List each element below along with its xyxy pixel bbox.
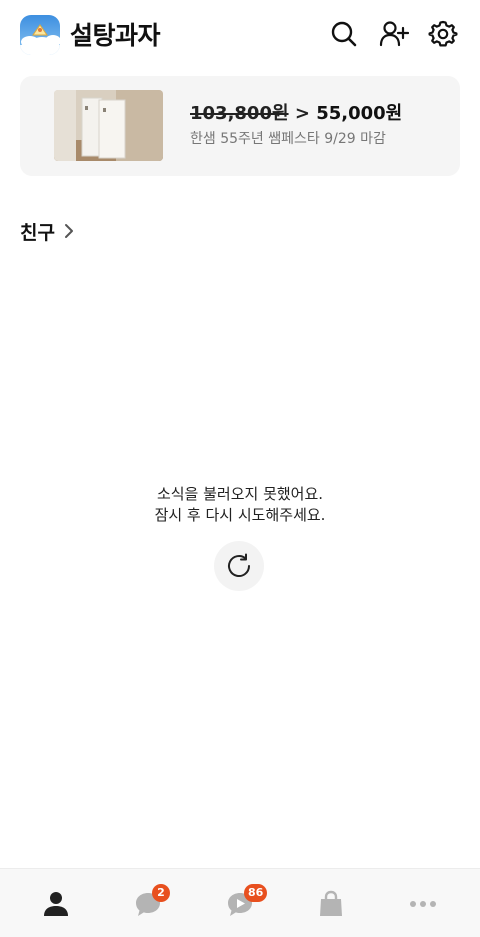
friends-section-title: 친구	[20, 221, 55, 244]
chevron-right-icon	[64, 224, 73, 238]
add-friend-icon[interactable]	[379, 19, 409, 49]
app-title: 설탕과자	[70, 21, 161, 50]
nav-chats-tab[interactable]: 2	[118, 869, 178, 937]
app-logo	[20, 15, 60, 55]
error-message: 소식을 불러오지 못했어요. 잠시 후 다시 시도해주세요.	[0, 484, 480, 526]
top-header: 설탕과자	[0, 0, 480, 74]
error-line-1: 소식을 불러오지 못했어요.	[156, 485, 324, 503]
settings-icon[interactable]	[428, 19, 458, 49]
more-dots-icon	[410, 901, 436, 907]
ad-old-price: 103,800원	[190, 103, 289, 124]
ad-subtitle: 한샘 55주년 쌤페스타 9/29 마감	[190, 131, 386, 147]
retry-button[interactable]	[214, 541, 264, 591]
nav-more-tab[interactable]	[393, 869, 453, 937]
openchat-badge: 86	[244, 884, 268, 902]
chats-badge: 2	[152, 884, 170, 902]
nav-shopping-tab[interactable]	[301, 869, 361, 937]
search-icon[interactable]	[329, 19, 359, 49]
refresh-icon	[228, 553, 250, 577]
ad-banner[interactable]: 103,800원 > 55,000원 한샘 55주년 쌤페스타 9/29 마감	[20, 76, 460, 176]
shopping-bag-icon	[320, 890, 342, 916]
ad-price: 103,800원 > 55,000원	[190, 102, 402, 126]
bottom-nav: 2 86	[0, 868, 480, 937]
nav-openchat-tab[interactable]: 86	[210, 869, 270, 937]
error-line-2: 잠시 후 다시 시도해주세요.	[154, 506, 326, 524]
nav-friends-tab[interactable]	[26, 869, 86, 937]
ad-price-arrow: >	[294, 103, 310, 124]
ad-new-price: 55,000원	[316, 103, 403, 124]
person-icon	[44, 892, 68, 916]
ad-product-image	[54, 90, 163, 161]
friends-section-header[interactable]: 친구	[20, 216, 75, 246]
